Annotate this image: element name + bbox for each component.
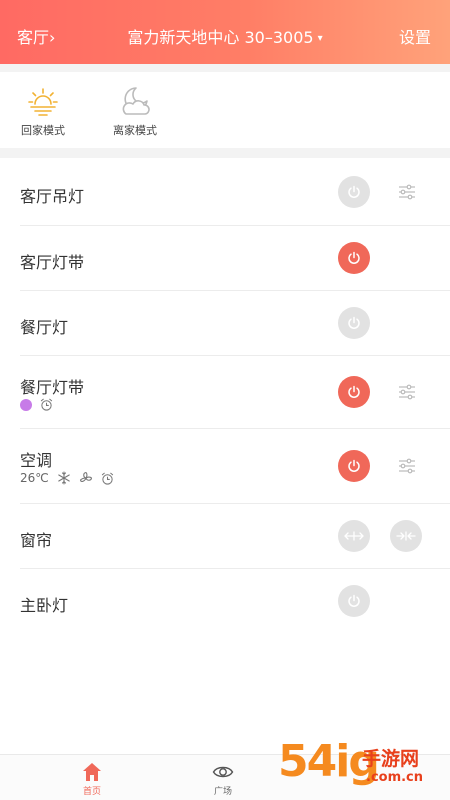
device-name: 客厅吊灯 — [20, 187, 85, 206]
power-icon — [348, 185, 360, 198]
fan-icon — [79, 471, 92, 483]
curtain-close-button[interactable] — [390, 520, 422, 552]
curtain-open-icon — [344, 531, 364, 541]
eye-icon — [212, 766, 234, 778]
top-bar: 客厅› 富力新天地中心 30–3005 ▾ 设置 — [0, 0, 450, 64]
device-row-master-bedroom-light[interactable]: 主卧灯 — [0, 569, 450, 634]
power-icon — [348, 594, 360, 607]
power-button[interactable] — [338, 176, 370, 208]
power-icon — [348, 316, 360, 329]
section-gap — [0, 64, 450, 72]
caret-down-icon: ▾ — [317, 33, 323, 44]
power-button[interactable] — [338, 585, 370, 617]
device-name: 餐厅灯 — [20, 318, 69, 337]
watermark-logo: 54ig 手游网 .com.cn — [276, 738, 446, 798]
power-button[interactable] — [338, 376, 370, 408]
color-dot-icon — [20, 398, 32, 411]
power-button[interactable] — [338, 307, 370, 339]
away-mode-label: 离家模式 — [113, 124, 157, 137]
section-gap — [0, 148, 450, 158]
device-name: 主卧灯 — [20, 596, 69, 615]
alarm-clock-icon — [101, 472, 113, 485]
scene-modes: 回家模式 离家模式 — [0, 72, 450, 148]
device-row-air-conditioner[interactable]: 空调 26℃ — [0, 429, 450, 504]
device-status — [20, 398, 53, 411]
home-mode-button[interactable]: 回家模式 — [8, 84, 78, 138]
power-button[interactable] — [338, 242, 370, 274]
device-name: 空调 — [20, 451, 53, 470]
device-row-curtain[interactable]: 窗帘 — [0, 504, 450, 569]
snowflake-icon — [57, 471, 70, 485]
location-title: 富力新天地中心 30–3005 — [127, 28, 314, 47]
power-icon — [348, 459, 360, 472]
watermark-site-name: 手游网 — [362, 748, 420, 770]
adjust-sliders-icon[interactable] — [398, 383, 416, 401]
device-name: 客厅灯带 — [20, 253, 85, 272]
power-button[interactable] — [338, 450, 370, 482]
home-mode-label: 回家模式 — [21, 124, 65, 137]
adjust-sliders-icon[interactable] — [398, 183, 416, 201]
alarm-clock-icon — [40, 398, 53, 411]
device-status: 26℃ — [20, 471, 114, 485]
device-row-living-chandelier[interactable]: 客厅吊灯 — [0, 158, 450, 226]
tab-home[interactable]: 首页 — [62, 761, 122, 797]
watermark-url: .com.cn — [366, 770, 424, 785]
tab-label: 首页 — [82, 787, 101, 797]
tab-label: 广场 — [213, 787, 232, 797]
device-name: 窗帘 — [20, 531, 53, 550]
device-row-living-light-strip[interactable]: 客厅灯带 — [0, 226, 450, 291]
power-icon — [348, 385, 360, 398]
moon-cloud-icon — [122, 87, 150, 115]
curtain-open-button[interactable] — [338, 520, 370, 552]
temperature-value: 26℃ — [20, 471, 49, 485]
device-name: 餐厅灯带 — [20, 378, 85, 397]
sunrise-icon — [28, 88, 58, 116]
away-mode-button[interactable]: 离家模式 — [100, 84, 170, 138]
tab-plaza[interactable]: 广场 — [193, 761, 253, 797]
curtain-close-icon — [396, 531, 416, 541]
settings-button[interactable]: 设置 — [399, 24, 431, 48]
location-selector[interactable]: 富力新天地中心 30–3005 ▾ — [0, 24, 450, 48]
power-icon — [348, 251, 360, 264]
adjust-sliders-icon[interactable] — [398, 457, 416, 475]
device-row-dining-light-strip[interactable]: 餐厅灯带 — [0, 356, 450, 429]
home-icon — [83, 763, 101, 781]
device-row-dining-light[interactable]: 餐厅灯 — [0, 291, 450, 356]
